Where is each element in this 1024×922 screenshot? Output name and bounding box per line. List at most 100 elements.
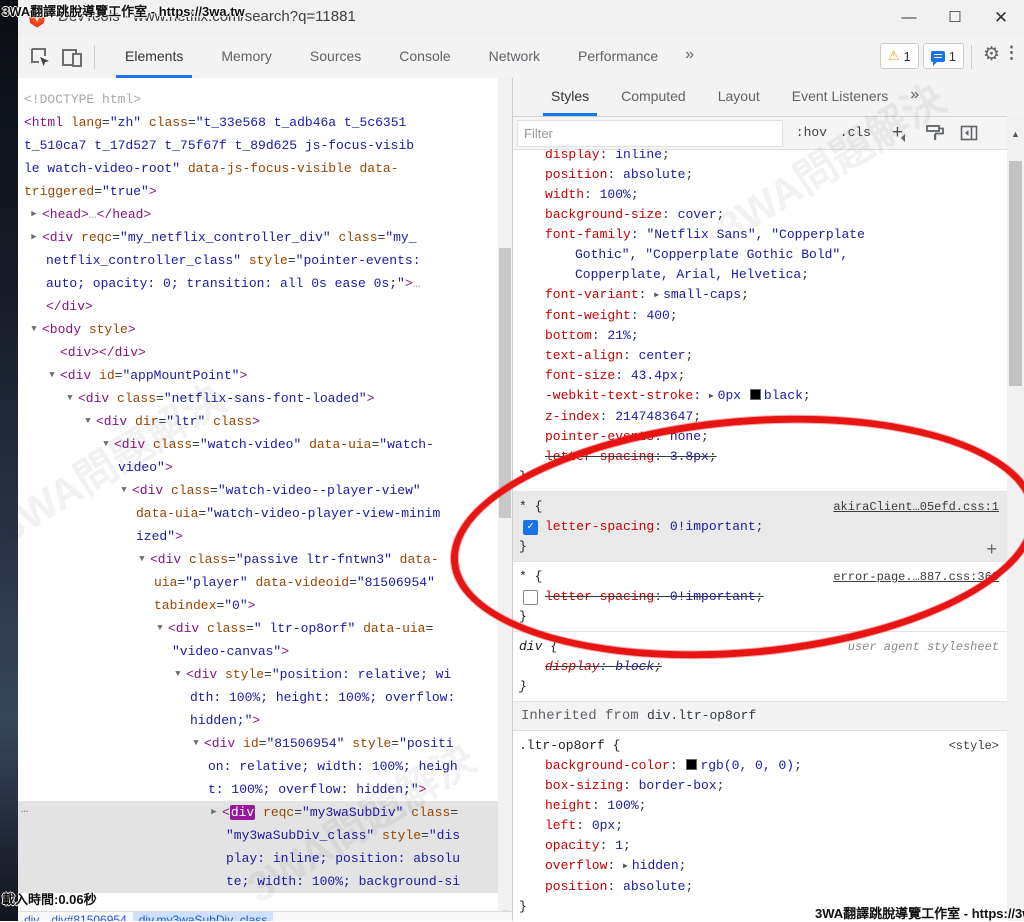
tree-line[interactable]: netflix_controller_class" style="pointer… bbox=[18, 249, 498, 272]
tree-line[interactable]: data-uia="watch-video-player-view-minim bbox=[18, 502, 498, 525]
css-declaration[interactable]: pointer-events: none; bbox=[519, 427, 1001, 447]
tree-line[interactable]: ▼<body style> bbox=[18, 318, 498, 341]
breadcrumb-item[interactable]: div bbox=[18, 912, 45, 921]
checkbox-unchecked-icon[interactable] bbox=[523, 590, 538, 605]
tree-line[interactable]: ▶<head>…</head> bbox=[18, 203, 498, 226]
expanded-arrow-icon[interactable]: ▼ bbox=[190, 732, 202, 755]
filter-input[interactable]: Filter bbox=[517, 120, 783, 147]
tab-sources[interactable]: Sources bbox=[291, 36, 380, 78]
tab-elements[interactable]: Elements bbox=[106, 36, 202, 78]
tree-line[interactable]: <html lang="zh" class="t_33e568 t_adb46a… bbox=[18, 111, 498, 134]
tree-line[interactable]: tabindex="0"> bbox=[18, 594, 498, 617]
stylesheet-source-link[interactable]: error-page.…887.css:360 bbox=[833, 567, 999, 587]
tree-line[interactable]: video"> bbox=[18, 456, 498, 479]
styles-scrollbar[interactable]: ▲ bbox=[1007, 116, 1024, 921]
expand-value-icon[interactable]: ▶ bbox=[623, 862, 628, 871]
tree-line[interactable]: on: relative; width: 100%; heigh bbox=[18, 755, 498, 778]
toggle-cls-button[interactable]: .cls bbox=[840, 117, 871, 149]
tree-line[interactable]: …▶<div reqc="my3waSubDiv" class= bbox=[18, 801, 512, 824]
inspect-element-icon[interactable] bbox=[28, 45, 52, 69]
sidebar-tab-layout[interactable]: Layout bbox=[702, 78, 776, 116]
sidebar-tab-computed[interactable]: Computed bbox=[605, 78, 702, 116]
collapsed-arrow-icon[interactable]: ▶ bbox=[208, 801, 220, 824]
insert-declaration-button[interactable]: + bbox=[986, 541, 997, 561]
scrollbar-thumb[interactable] bbox=[499, 248, 511, 518]
sidebar-toggle-icon[interactable] bbox=[959, 123, 979, 143]
css-declaration[interactable]: opacity: 1; bbox=[519, 836, 1001, 856]
tab-performance[interactable]: Performance bbox=[559, 36, 677, 78]
breadcrumb-item[interactable]: div.my3waSubDiv_class bbox=[133, 912, 274, 921]
tree-line[interactable]: </div> bbox=[18, 295, 498, 318]
scroll-up-icon[interactable]: ▲ bbox=[1007, 126, 1024, 142]
sidebar-tab-event-listeners[interactable]: Event Listeners bbox=[776, 78, 905, 116]
tab-console[interactable]: Console bbox=[380, 36, 469, 78]
tree-line[interactable]: hidden;"> bbox=[18, 709, 498, 732]
tree-line[interactable]: uia="player" data-videoid="81506954" bbox=[18, 571, 498, 594]
tree-line[interactable]: t_510ca7 t_17d527 t_75f67f t_89d625 js-f… bbox=[18, 134, 498, 157]
css-declaration[interactable]: position: absolute; bbox=[519, 165, 1001, 185]
tree-line[interactable]: ▼<div class="watch-video" data-uia="watc… bbox=[18, 433, 498, 456]
elements-scrollbar[interactable]: ▼ bbox=[498, 78, 512, 921]
css-declaration[interactable]: font-family: "Netflix Sans", "Copperplat… bbox=[519, 225, 1001, 285]
css-declaration[interactable]: left: 0px; bbox=[519, 816, 1001, 836]
expanded-arrow-icon[interactable]: ▼ bbox=[64, 387, 76, 410]
expanded-arrow-icon[interactable]: ▼ bbox=[172, 663, 184, 686]
collapsed-arrow-icon[interactable]: ▶ bbox=[28, 203, 40, 226]
css-declaration[interactable]: font-weight: 400; bbox=[519, 306, 1001, 326]
color-swatch[interactable] bbox=[686, 759, 697, 770]
expand-value-icon[interactable]: ▶ bbox=[709, 392, 714, 401]
css-declaration[interactable]: bottom: 21%; bbox=[519, 326, 1001, 346]
tree-line[interactable]: "video-canvas"> bbox=[18, 640, 498, 663]
css-declaration[interactable]: background-color: rgb(0, 0, 0); bbox=[519, 756, 1001, 776]
css-declaration[interactable]: position: absolute; bbox=[519, 877, 1001, 897]
tree-line[interactable]: ▼<div class="watch-video--player-view" bbox=[18, 479, 498, 502]
css-declaration[interactable]: letter-spacing: 0!important; bbox=[519, 587, 1001, 607]
tree-line[interactable]: ▼<div style="position: relative; wi bbox=[18, 663, 498, 686]
warning-badge[interactable]: ⚠1 bbox=[880, 43, 919, 69]
maximize-button[interactable]: ☐ bbox=[932, 0, 978, 36]
overflow-ellipsis-marker[interactable]: … bbox=[21, 798, 29, 821]
tree-line[interactable]: <div></div> bbox=[18, 341, 498, 364]
css-declaration[interactable]: font-variant: ▶small-caps; bbox=[519, 285, 1001, 306]
tree-line[interactable]: ▼<div class="passive ltr-fntwn3" data- bbox=[18, 548, 498, 571]
tree-line[interactable]: ▼<div class=" ltr-op8orf" data-uia= bbox=[18, 617, 498, 640]
tree-line[interactable]: ▶<div reqc="my_netflix_controller_div" c… bbox=[18, 226, 498, 249]
tree-line[interactable]: t: 100%; overflow: hidden;"> bbox=[18, 778, 498, 801]
expanded-arrow-icon[interactable]: ▼ bbox=[28, 318, 40, 341]
css-declaration[interactable]: display: block; bbox=[519, 657, 1001, 677]
style-rule[interactable]: display: inline;position: absolute;width… bbox=[513, 149, 1007, 492]
tab-network[interactable]: Network bbox=[470, 36, 559, 78]
expanded-arrow-icon[interactable]: ▼ bbox=[154, 617, 166, 640]
css-declaration[interactable]: box-sizing: border-box; bbox=[519, 776, 1001, 796]
css-declaration[interactable]: display: inline; bbox=[519, 149, 1001, 165]
breadcrumb-item[interactable]: div#81506954 bbox=[45, 912, 132, 921]
css-declaration[interactable]: -webkit-text-stroke: ▶0px black; bbox=[519, 386, 1001, 407]
paint-roller-icon[interactable] bbox=[925, 123, 945, 143]
collapsed-arrow-icon[interactable]: ▶ bbox=[28, 226, 40, 249]
tree-line[interactable]: play: inline; position: absolu bbox=[18, 847, 512, 870]
tree-line[interactable]: <!DOCTYPE html> bbox=[18, 88, 498, 111]
scrollbar-thumb[interactable] bbox=[1009, 161, 1022, 386]
color-swatch[interactable] bbox=[750, 389, 761, 400]
tree-line[interactable]: ▼<div id="81506954" style="positi bbox=[18, 732, 498, 755]
style-rule[interactable]: * {akiraClient…05efd.css:1letter-spacing… bbox=[513, 492, 1007, 562]
close-button[interactable]: ✕ bbox=[978, 0, 1024, 36]
expanded-arrow-icon[interactable]: ▼ bbox=[46, 364, 58, 387]
css-declaration[interactable]: letter-spacing: 3.8px; bbox=[519, 447, 1001, 467]
expand-value-icon[interactable]: ▶ bbox=[654, 291, 659, 300]
css-declaration[interactable]: background-size: cover; bbox=[519, 205, 1001, 225]
style-rule[interactable]: .ltr-op8orf {<style>background-color: rg… bbox=[513, 731, 1007, 921]
tree-line[interactable]: ▼<div class="netflix-sans-font-loaded"> bbox=[18, 387, 498, 410]
expanded-arrow-icon[interactable]: ▼ bbox=[136, 548, 148, 571]
tree-line[interactable]: ▼<div dir="ltr" class> bbox=[18, 410, 498, 433]
style-rule[interactable]: div {user agent stylesheetdisplay: block… bbox=[513, 632, 1007, 702]
more-options-icon[interactable]: ⋮ bbox=[1003, 43, 1020, 63]
tree-line[interactable]: "my3waSubDiv_class" style="dis bbox=[18, 824, 512, 847]
toggle-hov-button[interactable]: :hov bbox=[796, 117, 827, 149]
css-declaration[interactable]: letter-spacing: 0!important; bbox=[519, 517, 1001, 537]
inherited-selector-link[interactable]: div.ltr-op8orf bbox=[647, 708, 756, 723]
message-badge[interactable]: 1 bbox=[923, 43, 964, 69]
tree-line[interactable]: ▼<div id="appMountPoint"> bbox=[18, 364, 498, 387]
device-toolbar-icon[interactable] bbox=[60, 45, 84, 69]
tab-memory[interactable]: Memory bbox=[202, 36, 291, 78]
